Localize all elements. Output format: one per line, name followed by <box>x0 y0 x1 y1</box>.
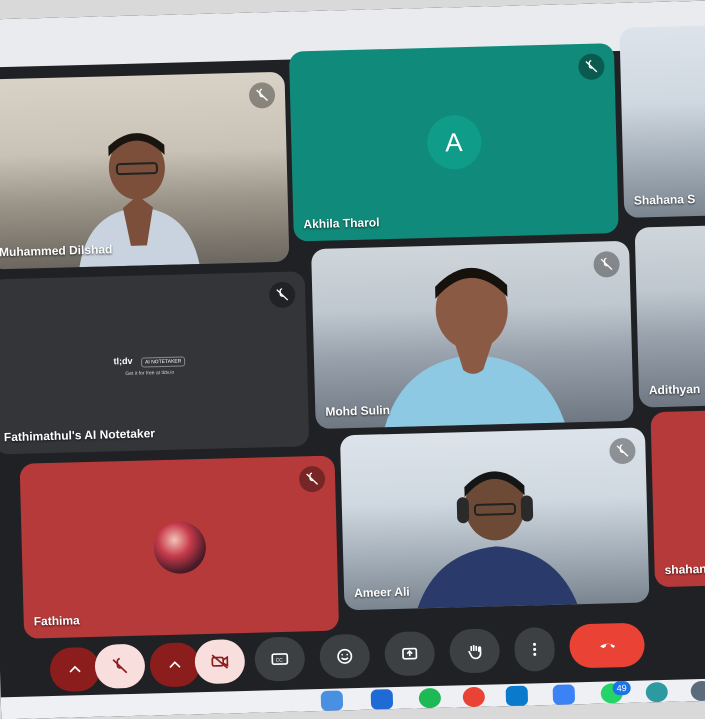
settings-icon[interactable] <box>690 680 705 702</box>
participant-tile-ai-notetaker[interactable]: tl;dv AI NOTETAKER Get it for free at tl… <box>0 271 310 455</box>
participant-tile-fathima[interactable]: Fathima <box>19 455 340 639</box>
more-vert-icon <box>533 642 537 656</box>
participant-name: Shahana S <box>633 192 696 208</box>
participant-tile-akhila-tharol[interactable]: A Akhila Tharol <box>288 43 619 242</box>
participant-name: Adithyan <box>648 381 701 398</box>
participant-video <box>393 444 597 609</box>
participant-name: Fathimathul's AI Notetaker <box>3 426 156 445</box>
mic-off-icon <box>298 465 326 493</box>
notetaker-logo-text: tl;dv <box>113 355 133 366</box>
emoji-icon <box>337 648 353 664</box>
mic-toggle-button[interactable] <box>94 643 146 689</box>
participant-name: Fathima <box>33 613 80 629</box>
participant-tile-mohd-sulin[interactable]: Mohd Sulin <box>311 240 634 430</box>
mic-off-icon <box>578 53 605 81</box>
participant-video <box>360 247 585 428</box>
mic-off-icon <box>112 657 128 674</box>
camera-options-button[interactable] <box>149 642 201 688</box>
hand-icon <box>468 645 482 660</box>
raise-hand-button[interactable] <box>449 628 501 674</box>
participant-tile-shahan[interactable]: shahan <box>650 409 705 588</box>
present-screen-icon <box>402 647 418 660</box>
meeting-screen: Muhammed Dilshad A Akhila Tharol Shahana… <box>0 0 705 719</box>
present-button[interactable] <box>384 631 436 677</box>
participant-name: Ameer Ali <box>353 584 410 601</box>
mic-off-icon <box>609 437 636 465</box>
participant-name: shahan <box>664 561 705 577</box>
participant-tile-shahana[interactable]: Shahana S <box>619 24 705 218</box>
mic-off-icon <box>268 281 296 309</box>
mic-options-button[interactable] <box>49 646 101 693</box>
chevron-up-icon <box>169 661 181 669</box>
vscode-icon[interactable] <box>505 685 529 707</box>
participant-name: Muhammed Dilshad <box>0 242 113 260</box>
participant-name: Mohd Sulin <box>325 403 391 419</box>
chevron-up-icon <box>69 665 81 673</box>
reactions-button[interactable] <box>319 633 371 680</box>
notetaker-logo: tl;dv AI NOTETAKER Get it for free at tl… <box>113 349 186 377</box>
avatar-initial: A <box>444 126 463 158</box>
end-call-icon <box>599 643 615 649</box>
taskbar-app-icon[interactable] <box>320 690 344 711</box>
participant-avatar: A <box>426 114 482 171</box>
participant-tile-muhammed-dilshad[interactable]: Muhammed Dilshad <box>0 71 290 270</box>
notetaker-subtitle: Get it for free at tldv.io <box>125 369 175 377</box>
camera-off-icon <box>211 654 229 669</box>
captions-icon: CC <box>271 653 289 666</box>
leave-call-button[interactable] <box>568 622 646 669</box>
taskbar-app-icon[interactable] <box>370 689 394 710</box>
calendar-icon[interactable] <box>552 684 576 705</box>
svg-text:CC: CC <box>276 657 284 663</box>
participant-tile-ameer-ali[interactable]: Ameer Ali <box>339 427 650 611</box>
participant-avatar <box>152 520 207 574</box>
whatsapp-unread-badge: 49 <box>612 680 631 696</box>
more-options-button[interactable] <box>514 626 556 672</box>
captions-button[interactable]: CC <box>254 636 306 682</box>
participant-name: Akhila Tharol <box>303 215 380 232</box>
camera-toggle-button[interactable] <box>194 638 246 685</box>
taskbar-app-icon[interactable] <box>645 681 669 703</box>
chrome-icon[interactable] <box>462 686 486 708</box>
spotify-icon[interactable] <box>418 687 442 709</box>
mic-off-icon <box>593 251 620 278</box>
mic-off-icon <box>248 81 276 109</box>
participant-tile-adithyan[interactable]: Adithyan <box>634 224 705 408</box>
notetaker-badge: AI NOTETAKER <box>140 355 186 368</box>
